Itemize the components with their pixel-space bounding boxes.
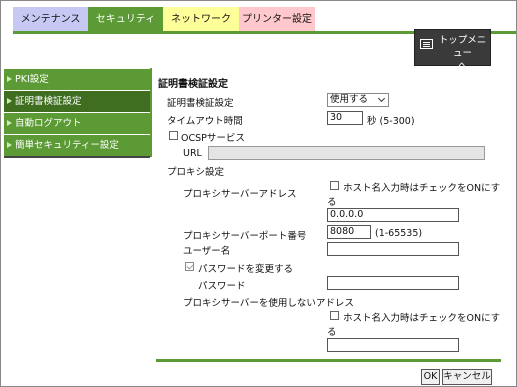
proxy-settings-title: プロキシ設定 — [167, 167, 225, 178]
username-label: ユーザー名 — [183, 246, 231, 257]
verify-setting-value: 使用する — [330, 94, 369, 105]
chevron-down-icon — [377, 94, 386, 103]
proxy-address-input[interactable]: 0.0.0.0 — [327, 208, 459, 222]
sidebar-item-pki[interactable]: PKI設定 — [4, 69, 150, 90]
no-proxy-hostname-check-label: ホスト名入力時はチェックをONにす — [343, 313, 501, 324]
no-proxy-hostname-checkbox[interactable] — [330, 311, 339, 320]
no-proxy-hostname-check-label-cont: る — [327, 327, 337, 338]
ok-button[interactable]: OK — [421, 369, 440, 385]
proxy-port-input[interactable]: 8080 — [327, 225, 371, 239]
menu-list-icon — [420, 39, 433, 49]
proxy-hostname-check-label: ホスト名入力時はチェックをONにす — [343, 183, 501, 194]
no-proxy-address-label: プロキシサーバーを使用しないアドレス — [183, 298, 354, 309]
top-menu-label: トップメニュー へ — [435, 34, 490, 73]
sidebar-item-auto-logout[interactable]: 自動ログアウト — [4, 113, 150, 134]
username-input[interactable] — [327, 242, 459, 256]
proxy-port-label: プロキシサーバーポート番号 — [183, 231, 307, 242]
cancel-button[interactable]: キャンセル — [442, 369, 492, 385]
password-label: パスワード — [198, 281, 246, 292]
top-menu-label-line1: トップメニュー — [438, 35, 487, 59]
triangle-right-icon — [7, 120, 12, 126]
timeout-label: タイムアウト時間 — [167, 116, 243, 127]
verify-setting-select[interactable]: 使用する — [327, 93, 389, 107]
ocsp-checkbox[interactable] — [169, 131, 178, 140]
proxy-address-label: プロキシサーバーアドレス — [183, 189, 297, 200]
tab-security[interactable]: セキュリティ — [88, 6, 163, 31]
sidebar-item-label: 証明書検証設定 — [15, 96, 82, 107]
top-menu-button[interactable]: トップメニュー へ — [414, 29, 491, 72]
verify-setting-label: 証明書検証設定 — [167, 98, 234, 109]
password-input[interactable] — [327, 276, 459, 290]
url-label: URL — [183, 148, 202, 159]
triangle-right-icon — [7, 76, 12, 82]
url-input[interactable] — [208, 146, 485, 160]
tab-printer-settings[interactable]: プリンター設定 — [239, 6, 315, 31]
change-password-checkbox[interactable] — [185, 262, 194, 271]
proxy-hostname-checkbox[interactable] — [330, 181, 339, 190]
sidebar-item-label: 自動ログアウト — [15, 118, 82, 129]
timeout-unit: 秒 (5-300) — [367, 116, 415, 127]
top-menu-label-line2: へ — [457, 61, 468, 72]
tab-maintenance[interactable]: メンテナンス — [13, 6, 88, 31]
sidebar-item-label: PKI設定 — [15, 74, 49, 85]
timeout-input[interactable]: 30 — [327, 111, 363, 125]
change-password-label: パスワードを変更する — [198, 264, 294, 275]
tab-network[interactable]: ネットワーク — [163, 6, 239, 31]
section-title: 証明書検証設定 — [158, 79, 228, 90]
sidebar-item-easy-security[interactable]: 簡単セキュリティー設定 — [4, 135, 150, 156]
no-proxy-address-input[interactable] — [327, 338, 459, 352]
sidebar-item-label: 簡単セキュリティー設定 — [15, 140, 119, 151]
ocsp-label: OCSPサービス — [181, 133, 245, 144]
triangle-right-icon — [7, 142, 12, 148]
proxy-port-range: (1-65535) — [375, 228, 423, 239]
proxy-hostname-check-label-cont: る — [327, 197, 337, 208]
settings-window: メンテナンス セキュリティ ネットワーク プリンター設定 トップメニュー へ P… — [0, 0, 517, 387]
triangle-right-icon — [7, 98, 12, 104]
sidebar-divider — [4, 156, 150, 158]
sidebar-item-certificate-verification[interactable]: 証明書検証設定 — [4, 91, 150, 112]
footer-divider — [156, 359, 501, 362]
sidebar-edge — [150, 68, 152, 157]
